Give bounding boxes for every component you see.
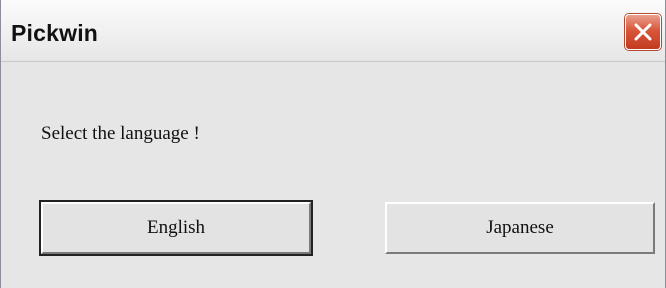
close-button[interactable]: [625, 14, 661, 50]
english-button[interactable]: English: [39, 200, 313, 256]
japanese-button[interactable]: Japanese: [385, 202, 655, 254]
window-title: Pickwin: [11, 20, 99, 46]
close-icon: [634, 23, 652, 41]
prompt-label: Select the language !: [41, 123, 200, 144]
title-bar[interactable]: Pickwin: [1, 0, 665, 62]
dialog-window: Pickwin Select the language ! English Ja…: [0, 0, 666, 288]
dialog-body: Select the language ! English Japanese: [1, 62, 665, 288]
